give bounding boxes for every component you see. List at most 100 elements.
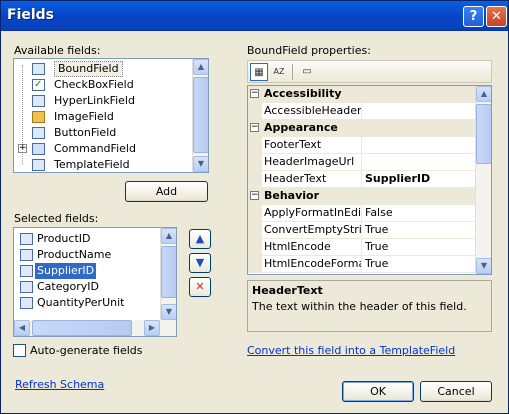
property-row[interactable]: HtmlEncodeFormatS True xyxy=(248,256,477,273)
property-pages-icon[interactable]: ▭ xyxy=(298,63,316,81)
property-value[interactable]: True xyxy=(363,222,477,239)
scroll-right-icon[interactable]: ▶ xyxy=(144,320,160,336)
available-field-item[interactable]: ImageField xyxy=(14,109,192,125)
category-row[interactable]: − Appearance xyxy=(248,120,477,137)
property-value[interactable]: True xyxy=(363,256,477,273)
available-field-item[interactable]: TemplateField xyxy=(14,157,192,172)
available-fields-label: Available fields: xyxy=(14,44,101,57)
property-description-panel: HeaderText The text within the header of… xyxy=(247,280,492,332)
row-gutter xyxy=(248,205,262,222)
property-value[interactable]: True xyxy=(363,239,477,256)
convert-template-field-link[interactable]: Convert this field into a TemplateField xyxy=(247,344,455,357)
expand-icon[interactable]: + xyxy=(18,144,27,153)
row-gutter xyxy=(248,103,262,120)
property-row[interactable]: FooterText xyxy=(248,137,477,154)
selected-fields-list[interactable]: ProductID ProductName SupplierID Categor… xyxy=(13,227,177,337)
property-row[interactable]: HeaderImageUrl xyxy=(248,154,477,171)
available-field-item[interactable]: + CommandField xyxy=(14,141,192,157)
refresh-schema-link[interactable]: Refresh Schema xyxy=(15,378,104,391)
scroll-thumb[interactable] xyxy=(193,77,208,153)
property-name: HtmlEncode xyxy=(262,239,362,256)
scroll-down-icon[interactable]: ▼ xyxy=(193,156,208,172)
scroll-up-icon[interactable]: ▲ xyxy=(476,86,491,102)
available-field-label: HyperLinkField xyxy=(54,94,135,107)
field-icon xyxy=(20,265,33,277)
available-fields-tree[interactable]: BoundField CheckBoxField HyperLinkField … xyxy=(13,58,209,173)
available-fields-scrollbar[interactable]: ▲ ▼ xyxy=(192,59,208,172)
category-label: Appearance xyxy=(262,120,477,137)
available-field-label: CommandField xyxy=(54,142,136,155)
scroll-up-icon[interactable]: ▲ xyxy=(193,59,208,75)
available-field-label: BoundField xyxy=(54,61,123,77)
row-gutter xyxy=(248,222,262,239)
property-name: ApplyFormatInEditM xyxy=(262,205,362,222)
delete-icon: ✕ xyxy=(195,280,205,293)
help-button[interactable]: ? xyxy=(463,6,484,27)
collapse-icon[interactable]: − xyxy=(250,123,259,132)
selected-fields-vscrollbar[interactable]: ▲ ▼ xyxy=(160,228,176,320)
scroll-thumb[interactable] xyxy=(476,104,491,164)
row-gutter xyxy=(248,171,262,188)
selected-field-item[interactable]: QuantityPerUnit xyxy=(14,295,160,311)
available-field-label: TemplateField xyxy=(54,158,130,171)
selected-field-label: SupplierID xyxy=(35,263,97,279)
available-field-item[interactable]: HyperLinkField xyxy=(14,93,192,109)
property-name: FooterText xyxy=(262,137,362,154)
move-down-button[interactable]: ▼ xyxy=(189,253,211,273)
property-row-selected[interactable]: HeaderText SupplierID xyxy=(248,171,477,188)
selected-field-label: QuantityPerUnit xyxy=(37,296,125,309)
close-button[interactable]: ✕ xyxy=(486,6,507,27)
available-field-label: CheckBoxField xyxy=(54,78,134,91)
ok-button[interactable]: OK xyxy=(342,381,414,402)
selected-field-label: ProductID xyxy=(37,232,91,245)
cancel-button[interactable]: Cancel xyxy=(420,381,492,402)
move-up-button[interactable]: ▲ xyxy=(189,229,211,249)
row-gutter xyxy=(248,137,262,154)
selected-field-item[interactable]: SupplierID xyxy=(14,263,160,279)
property-row[interactable]: HtmlEncode True xyxy=(248,239,477,256)
scroll-left-icon[interactable]: ◀ xyxy=(14,320,30,336)
property-row[interactable]: ApplyFormatInEditM False xyxy=(248,205,477,222)
add-button[interactable]: Add xyxy=(125,181,208,202)
property-value[interactable] xyxy=(363,103,477,120)
available-field-item[interactable]: BoundField xyxy=(14,61,192,77)
title-bar: Fields ? ✕ xyxy=(1,1,508,31)
scroll-down-icon[interactable]: ▼ xyxy=(476,258,491,274)
window-title: Fields xyxy=(7,7,55,23)
selected-field-item[interactable]: ProductID xyxy=(14,231,160,247)
arrow-up-icon: ▲ xyxy=(195,232,205,245)
category-row[interactable]: − Behavior xyxy=(248,188,477,205)
available-field-item[interactable]: CheckBoxField xyxy=(14,77,192,93)
selected-fields-hscrollbar[interactable]: ◀ ▶ xyxy=(14,320,176,336)
property-grid-scrollbar[interactable]: ▲ ▼ xyxy=(475,86,491,274)
property-value[interactable]: SupplierID xyxy=(363,171,477,188)
property-value[interactable] xyxy=(363,137,477,154)
available-field-label: ButtonField xyxy=(54,126,117,139)
auto-generate-checkbox[interactable] xyxy=(13,344,26,357)
scroll-thumb[interactable] xyxy=(32,320,132,336)
checkbox-field-icon xyxy=(32,77,45,93)
available-field-item[interactable]: ButtonField xyxy=(14,125,192,141)
properties-label: BoundField properties: xyxy=(247,44,371,57)
property-value[interactable] xyxy=(363,154,477,171)
alphabetical-icon[interactable]: AZ xyxy=(270,63,288,81)
command-field-icon xyxy=(32,143,45,155)
auto-generate-label[interactable]: Auto-generate fields xyxy=(30,344,143,357)
collapse-icon[interactable]: − xyxy=(250,89,259,98)
scroll-thumb[interactable] xyxy=(161,246,176,298)
description-title: HeaderText xyxy=(252,284,323,297)
delete-field-button[interactable]: ✕ xyxy=(189,277,211,297)
collapse-icon[interactable]: − xyxy=(250,191,259,200)
property-grid-toolbar: ▦ AZ ▭ xyxy=(247,60,492,83)
property-row[interactable]: ConvertEmptyString True xyxy=(248,222,477,239)
property-value[interactable]: False xyxy=(363,205,477,222)
category-row[interactable]: − Accessibility xyxy=(248,86,477,103)
selected-field-item[interactable]: CategoryID xyxy=(14,279,160,295)
scroll-down-icon[interactable]: ▼ xyxy=(161,304,176,320)
selected-field-item[interactable]: ProductName xyxy=(14,247,160,263)
selected-field-label: CategoryID xyxy=(37,280,99,293)
categorized-icon[interactable]: ▦ xyxy=(250,63,268,81)
property-row[interactable]: AccessibleHeaderTe xyxy=(248,103,477,120)
property-grid[interactable]: − Accessibility AccessibleHeaderTe − App… xyxy=(247,85,492,275)
scroll-up-icon[interactable]: ▲ xyxy=(161,228,176,244)
